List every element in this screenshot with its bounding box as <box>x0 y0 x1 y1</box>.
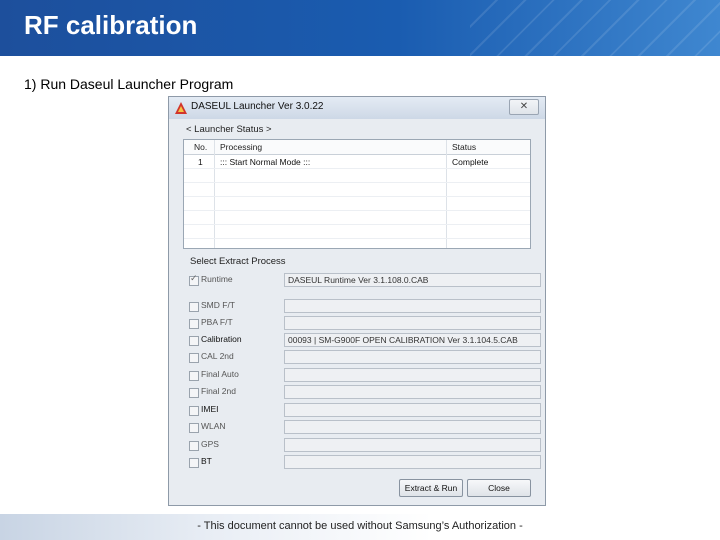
row-status: Complete <box>452 157 489 167</box>
window-titlebar: DASEUL Launcher Ver 3.0.22 ✕ <box>169 97 545 119</box>
slide-footer: - This document cannot be used without S… <box>0 514 720 540</box>
runtime-checkbox[interactable] <box>189 273 199 286</box>
smd-ft-file-field[interactable] <box>284 299 541 313</box>
table-header: No. Processing Status <box>184 140 530 155</box>
calibration-label: Calibration <box>201 334 242 344</box>
gps-label: GPS <box>201 439 219 449</box>
close-button[interactable]: Close <box>467 479 531 497</box>
row-processing: ::: Start Normal Mode ::: <box>220 157 311 167</box>
header-decoration <box>470 0 720 56</box>
wlan-checkbox[interactable] <box>189 423 199 433</box>
close-icon[interactable]: ✕ <box>509 99 539 115</box>
runtime-label: Runtime <box>201 274 233 284</box>
cal-2nd-label: CAL 2nd <box>201 351 234 361</box>
wlan-file-field[interactable] <box>284 420 541 434</box>
select-process-label: Select Extract Process <box>189 256 287 267</box>
gps-file-field[interactable] <box>284 438 541 452</box>
final-auto-file-field[interactable] <box>284 368 541 382</box>
launcher-status-label: < Launcher Status > <box>185 124 273 135</box>
row-no: 1 <box>198 157 203 167</box>
gps-checkbox[interactable] <box>189 441 199 451</box>
launcher-window: DASEUL Launcher Ver 3.0.22 ✕ < Launcher … <box>168 96 546 506</box>
step-instruction: 1) Run Daseul Launcher Program <box>24 76 234 92</box>
cal-2nd-checkbox[interactable] <box>189 353 199 363</box>
bt-file-field[interactable] <box>284 455 541 469</box>
imei-file-field[interactable] <box>284 403 541 417</box>
wlan-label: WLAN <box>201 421 226 431</box>
smd-ft-checkbox[interactable] <box>189 302 199 312</box>
cal-2nd-file-field[interactable] <box>284 350 541 364</box>
calibration-file-field[interactable]: 00093 | SM-G900F OPEN CALIBRATION Ver 3.… <box>284 333 541 347</box>
runtime-file-field[interactable]: DASEUL Runtime Ver 3.1.108.0.CAB <box>284 273 541 287</box>
col-header-processing[interactable]: Processing <box>220 142 262 152</box>
pba-ft-label: PBA F/T <box>201 317 233 327</box>
col-header-no[interactable]: No. <box>194 142 207 152</box>
app-logo-icon <box>175 102 187 114</box>
bt-checkbox[interactable] <box>189 458 199 468</box>
final-auto-label: Final Auto <box>201 369 239 379</box>
col-header-status[interactable]: Status <box>452 142 476 152</box>
imei-checkbox[interactable] <box>189 406 199 416</box>
smd-ft-label: SMD F/T <box>201 300 235 310</box>
final-2nd-file-field[interactable] <box>284 385 541 399</box>
final-2nd-label: Final 2nd <box>201 386 236 396</box>
slide-title: RF calibration <box>24 10 198 40</box>
status-table: No. Processing Status 1 ::: Start Normal… <box>183 139 531 249</box>
footer-text: - This document cannot be used without S… <box>197 520 523 532</box>
window-title: DASEUL Launcher Ver 3.0.22 <box>191 101 324 112</box>
final-2nd-checkbox[interactable] <box>189 388 199 398</box>
imei-label: IMEI <box>201 404 219 414</box>
calibration-checkbox[interactable] <box>189 336 199 346</box>
slide-header: RF calibration <box>0 0 720 56</box>
bt-label: BT <box>201 456 212 466</box>
pba-ft-file-field[interactable] <box>284 316 541 330</box>
extract-run-button[interactable]: Extract & Run <box>399 479 463 497</box>
final-auto-checkbox[interactable] <box>189 371 199 381</box>
pba-ft-checkbox[interactable] <box>189 319 199 329</box>
